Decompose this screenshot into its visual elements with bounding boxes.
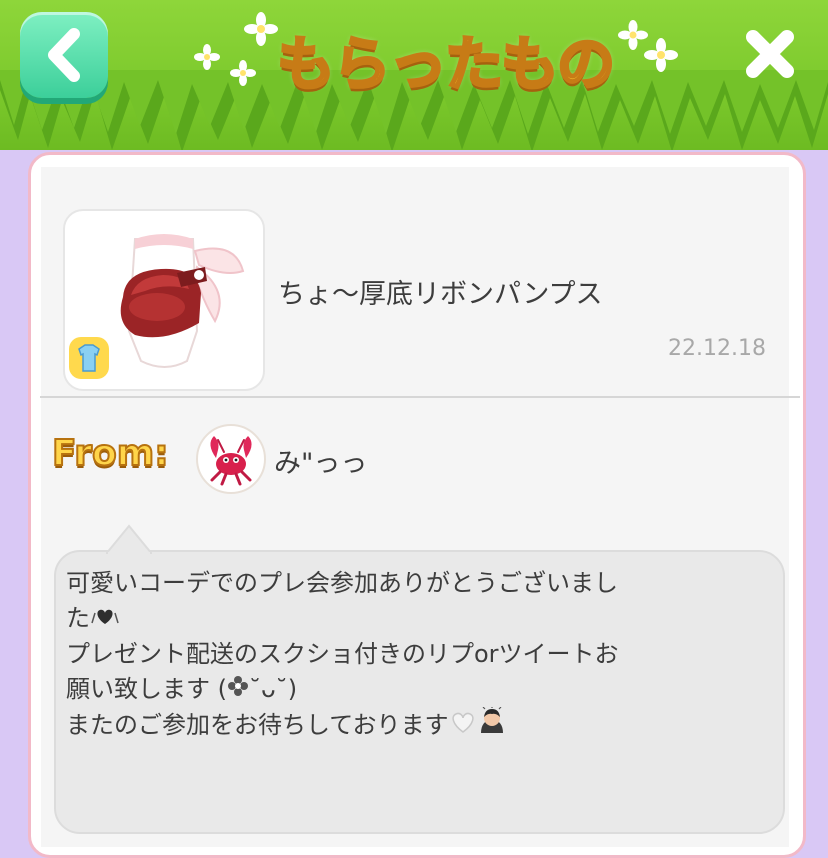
message-line: 願い致します ( ˘ᴗ˘) [66, 672, 766, 708]
person-bowing-emoji-icon [477, 706, 507, 745]
item-thumbnail[interactable] [63, 209, 265, 391]
close-icon [746, 30, 794, 78]
message-line: た [66, 601, 766, 637]
section-divider [40, 396, 800, 398]
message-line: またのご参加をお待ちしております [66, 706, 766, 745]
heart-emoji-icon [90, 602, 120, 637]
message-line: 可愛いコーデでのプレ会参加ありがとうございまし [66, 569, 618, 597]
sender-avatar[interactable] [196, 424, 266, 494]
flower-icon [194, 44, 220, 70]
header-bar: もらったもの [0, 0, 828, 150]
flower-icon [230, 60, 256, 86]
pumps-shoe-icon [69, 234, 245, 379]
white-heart-emoji-icon [449, 709, 477, 744]
sender-name: み"っっ [274, 448, 368, 479]
kaomoji-close: ) [287, 674, 298, 703]
message-text: 可愛いコーデでのプレ会参加ありがとうございまし た プレゼント配送のスクショ付き… [66, 566, 766, 745]
lobster-icon [210, 436, 252, 486]
bubble-tail [106, 524, 152, 554]
kaomoji-face: ˘ᴗ˘ [249, 674, 288, 703]
from-label: From: [51, 432, 170, 475]
message-line: プレゼント配送のスクショ付きのリプorツイートお [66, 639, 619, 668]
message-line-text: またのご参加をお待ちしております [66, 711, 449, 739]
flower-icon [644, 38, 678, 72]
message-line-text: 願い致します ( [66, 674, 227, 703]
back-button[interactable] [20, 12, 108, 98]
chevron-left-icon [48, 28, 80, 82]
close-button[interactable] [738, 22, 802, 86]
item-name: ちょ〜厚底リボンパンプス [278, 279, 603, 310]
page-title: もらったもの [275, 29, 616, 100]
received-date: 22.12.18 [668, 336, 766, 361]
flower-emoji-icon [227, 672, 249, 707]
message-line-text: た [66, 604, 90, 632]
